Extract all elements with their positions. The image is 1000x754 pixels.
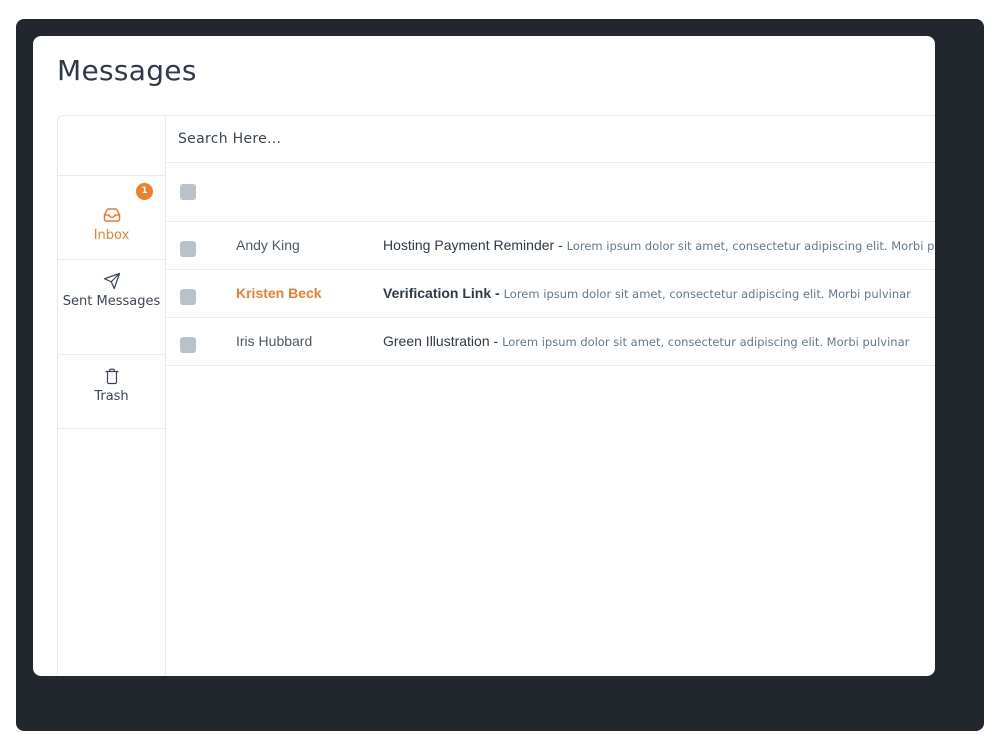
message-checkbox[interactable] xyxy=(180,289,196,305)
send-icon xyxy=(103,272,120,290)
search-bar xyxy=(166,116,935,163)
message-preview: Lorem ipsum dolor sit amet, consectetur … xyxy=(503,287,911,301)
message-subject: Green Illustration xyxy=(383,333,490,349)
list-toolbar xyxy=(166,163,935,222)
message-summary: Green Illustration - Lorem ipsum dolor s… xyxy=(383,333,909,349)
unread-count-badge: 1 xyxy=(136,183,153,200)
message-checkbox[interactable] xyxy=(180,337,196,353)
message-row[interactable]: Andy King Hosting Payment Reminder - Lor… xyxy=(166,222,935,270)
message-sender: Kristen Beck xyxy=(236,285,322,301)
search-input[interactable] xyxy=(166,116,878,162)
sidebar-item-trash[interactable]: Trash xyxy=(58,355,165,429)
message-subject: Hosting Payment Reminder xyxy=(383,237,555,253)
sidebar-item-label: Trash xyxy=(94,389,129,404)
mail-panel: 1 Inbox Sent Messages Trash Search Here.… xyxy=(57,115,935,676)
sidebar-header xyxy=(58,116,165,176)
subject-separator: - xyxy=(554,237,567,253)
message-subject: Verification Link xyxy=(383,285,492,301)
message-sender: Andy King xyxy=(236,237,300,253)
sidebar-item-sent-messages[interactable]: Sent Messages xyxy=(58,260,165,355)
message-list-area: Andy King Hosting Payment Reminder - Lor… xyxy=(166,116,935,676)
message-preview: Lorem ipsum dolor sit amet, consectetur … xyxy=(502,335,910,349)
sidebar-item-label: Sent Messages xyxy=(62,294,161,309)
page-title: Messages xyxy=(57,54,197,87)
message-checkbox[interactable] xyxy=(180,241,196,257)
sidebar-item-label: Inbox xyxy=(93,228,130,243)
message-summary: Verification Link - Lorem ipsum dolor si… xyxy=(383,285,911,301)
message-sender: Iris Hubbard xyxy=(236,333,313,349)
subject-separator: - xyxy=(491,285,504,301)
message-summary: Hosting Payment Reminder - Lorem ipsum d… xyxy=(383,237,935,253)
select-all-checkbox[interactable] xyxy=(180,184,196,200)
message-row[interactable]: Iris Hubbard Green Illustration - Lorem … xyxy=(166,318,935,366)
mail-sidebar: 1 Inbox Sent Messages Trash xyxy=(58,116,166,676)
subject-separator: - xyxy=(489,333,503,349)
sidebar-item-inbox[interactable]: 1 Inbox xyxy=(58,176,165,260)
trash-icon xyxy=(104,368,119,385)
inbox-icon xyxy=(103,208,120,222)
message-preview: Lorem ipsum dolor sit amet, consectetur … xyxy=(566,239,935,253)
message-row-unread[interactable]: Kristen Beck Verification Link - Lorem i… xyxy=(166,270,935,318)
messages-card: Messages 1 Inbox Sent Messages Trash Sea… xyxy=(33,36,935,676)
